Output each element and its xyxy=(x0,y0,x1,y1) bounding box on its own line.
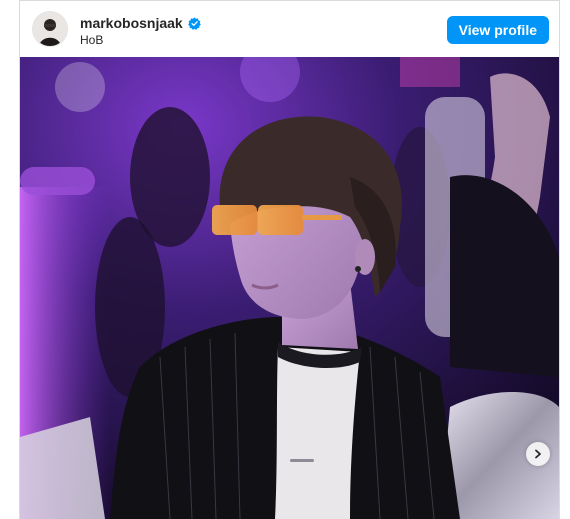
post-header: markobosnjaak HoB View profile xyxy=(20,0,559,57)
instagram-embed: markobosnjaak HoB View profile xyxy=(19,0,560,519)
chevron-right-icon xyxy=(535,449,541,459)
username-row[interactable]: markobosnjaak xyxy=(80,15,201,31)
view-profile-button[interactable]: View profile xyxy=(446,16,549,44)
post-photo[interactable] xyxy=(20,57,559,519)
username[interactable]: markobosnjaak xyxy=(80,15,183,31)
post-location[interactable]: HoB xyxy=(80,33,103,47)
verified-badge-icon xyxy=(187,16,201,30)
party-photo-image xyxy=(20,57,559,519)
avatar-image xyxy=(33,12,67,46)
next-photo-button[interactable] xyxy=(526,442,550,466)
avatar[interactable] xyxy=(33,12,67,46)
